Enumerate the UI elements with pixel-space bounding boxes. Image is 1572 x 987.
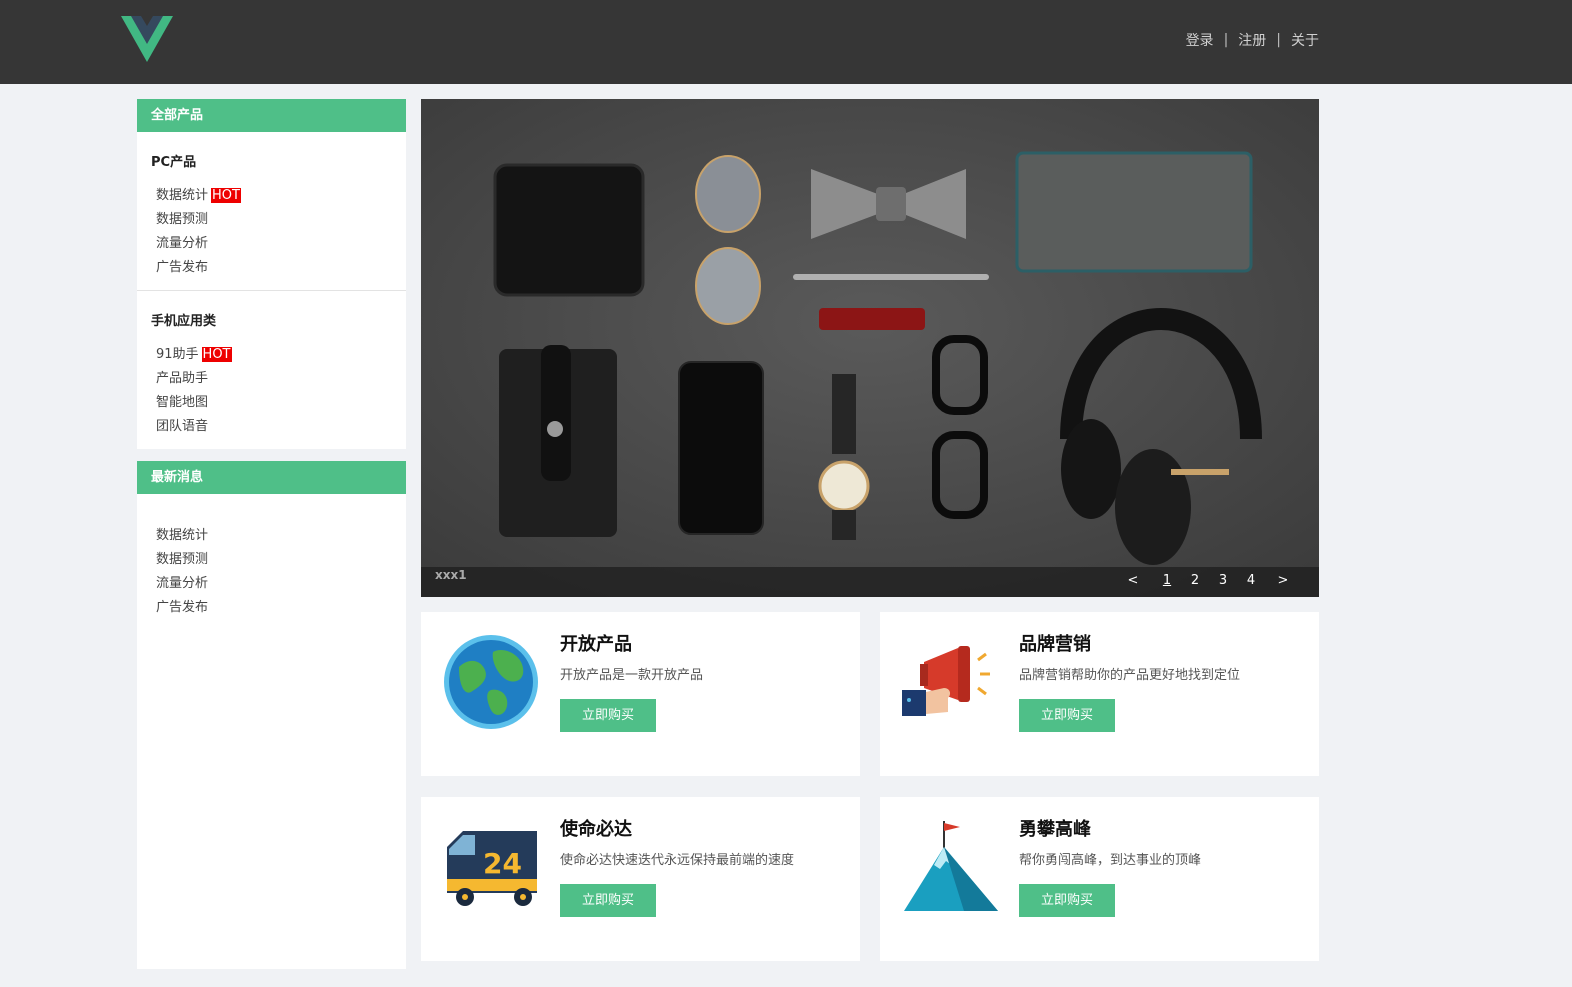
register-link[interactable]: 注册 (1238, 30, 1266, 50)
sidebar-item-smart-map[interactable]: 智能地图 (156, 391, 406, 415)
sidebar-item-data-stats[interactable]: 数据统计 HOT (156, 184, 406, 208)
card-title: 使命必达 (560, 819, 632, 840)
buy-now-button[interactable]: 立即购买 (1019, 699, 1115, 732)
sidebar-item-91-assistant[interactable]: 91助手 HOT (156, 343, 406, 367)
sidebar-item-data-forecast[interactable]: 数据预测 (156, 208, 406, 232)
sidebar-item-product-assistant[interactable]: 产品助手 (156, 367, 406, 391)
hot-badge: HOT (211, 188, 241, 203)
sidebar-item-label: 91助手 (156, 347, 199, 362)
mobile-apps-list: 91助手 HOT 产品助手 智能地图 团队语音 (137, 343, 406, 439)
login-link[interactable]: 登录 (1186, 30, 1214, 50)
top-header: 登录 | 注册 | 关于 (0, 0, 1572, 84)
pc-products-list: 数据统计 HOT 数据预测 流量分析 广告发布 (137, 184, 406, 280)
latest-news-header: 最新消息 (137, 461, 406, 494)
buy-now-button[interactable]: 立即购买 (560, 699, 656, 732)
mountain-flag-icon (904, 821, 998, 911)
top-nav: 登录 | 注册 | 关于 (1186, 30, 1319, 50)
card-title: 品牌营销 (1019, 634, 1091, 655)
news-item[interactable]: 广告发布 (156, 596, 406, 620)
news-list: 数据统计 数据预测 流量分析 广告发布 (137, 524, 406, 620)
product-card-brand: 品牌营销 品牌营销帮助你的产品更好地找到定位 立即购买 (880, 612, 1319, 776)
all-products-header: 全部产品 (137, 99, 406, 132)
sidebar-gap (137, 449, 406, 461)
nav-separator: | (1276, 32, 1281, 48)
slide-page-3[interactable]: 3 (1209, 573, 1237, 588)
group-title-mobile: 手机应用类 (151, 314, 217, 329)
sidebar: 全部产品 PC产品 数据统计 HOT 数据预测 流量分析 广告发布 手机应用类 9… (137, 99, 406, 969)
sidebar-divider (137, 290, 406, 291)
card-description: 品牌营销帮助你的产品更好地找到定位 (1019, 668, 1241, 683)
card-title: 勇攀高峰 (1019, 819, 1091, 840)
sidebar-item-ad-publish[interactable]: 广告发布 (156, 256, 406, 280)
nav-separator: | (1223, 32, 1229, 48)
slide-page-2[interactable]: 2 (1181, 573, 1209, 588)
news-item[interactable]: 数据统计 (156, 524, 406, 548)
news-item[interactable]: 数据预测 (156, 548, 406, 572)
about-link[interactable]: 关于 (1291, 30, 1319, 50)
slide-page-4[interactable]: 4 (1237, 573, 1265, 588)
card-description: 使命必达快速迭代永远保持最前端的速度 (560, 853, 795, 868)
card-title: 开放产品 (560, 634, 632, 655)
vue-logo-icon[interactable] (121, 16, 173, 62)
carousel-slide-image (421, 99, 1319, 597)
card-description: 开放产品是一款开放产品 (560, 668, 704, 683)
buy-now-button[interactable]: 立即购买 (1019, 884, 1115, 917)
hot-badge: HOT (201, 347, 232, 362)
megaphone-icon (902, 646, 990, 716)
carousel-pager: < 1 2 3 4 > (1119, 573, 1297, 588)
slide-caption: xxx1 (435, 568, 467, 582)
delivery-truck-icon: 24 (447, 831, 537, 906)
buy-now-button[interactable]: 立即购买 (560, 884, 656, 917)
svg-text:24: 24 (483, 847, 522, 880)
carousel-control-bar: xxx1 < 1 2 3 4 > (421, 567, 1319, 597)
card-description: 帮你勇闯高峰，到达事业的顶峰 (1019, 853, 1202, 868)
globe-icon (444, 635, 538, 729)
product-card-summit: 勇攀高峰 帮你勇闯高峰，到达事业的顶峰 立即购买 (880, 797, 1319, 961)
group-title-pc: PC产品 (151, 155, 197, 170)
news-item[interactable]: 流量分析 (156, 572, 406, 596)
slide-page-1[interactable]: 1 (1153, 573, 1181, 588)
product-card-open: 开放产品 开放产品是一款开放产品 立即购买 (421, 612, 860, 776)
image-carousel[interactable]: xxx1 < 1 2 3 4 > (421, 99, 1319, 597)
product-card-delivery: 24 使命必达 使命必达快速迭代永远保持最前端的速度 立即购买 (421, 797, 860, 961)
sidebar-item-label: 数据统计 (156, 188, 209, 203)
next-slide-button[interactable]: > (1269, 573, 1297, 588)
prev-slide-button[interactable]: < (1119, 573, 1147, 588)
sidebar-item-team-voice[interactable]: 团队语音 (156, 415, 406, 439)
sidebar-item-traffic-analysis[interactable]: 流量分析 (156, 232, 406, 256)
